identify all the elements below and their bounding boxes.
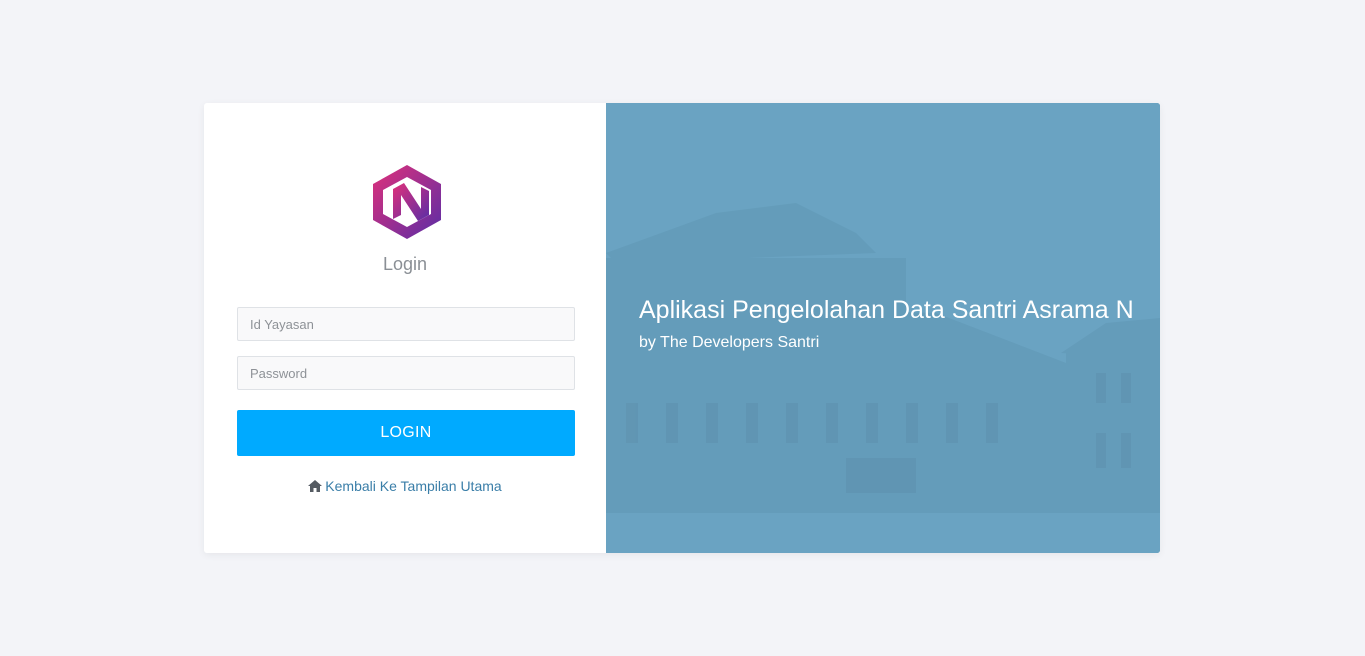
login-heading: Login <box>382 254 428 274</box>
hero-panel: Aplikasi Pengelolahan Data Santri Asrama… <box>606 103 1160 553</box>
login-button[interactable]: LOGIN <box>237 410 575 456</box>
home-icon <box>308 480 323 492</box>
building-background-image <box>606 103 1160 553</box>
back-to-home-link[interactable]: Kembali Ke Tampilan Utama <box>204 478 606 494</box>
back-link-label: Kembali Ke Tampilan Utama <box>325 478 502 494</box>
app-subtitle: by The Developers Santri <box>639 334 820 351</box>
app-title: Aplikasi Pengelolahan Data Santri Asrama… <box>639 296 1134 324</box>
hexagon-n-logo-icon <box>373 165 441 239</box>
login-panel: Login LOGIN Kembali Ke Tampilan Utama <box>204 103 606 553</box>
password-input[interactable] <box>237 356 575 390</box>
login-card: Login LOGIN Kembali Ke Tampilan Utama <box>204 103 1160 553</box>
id-yayasan-input[interactable] <box>237 307 575 341</box>
